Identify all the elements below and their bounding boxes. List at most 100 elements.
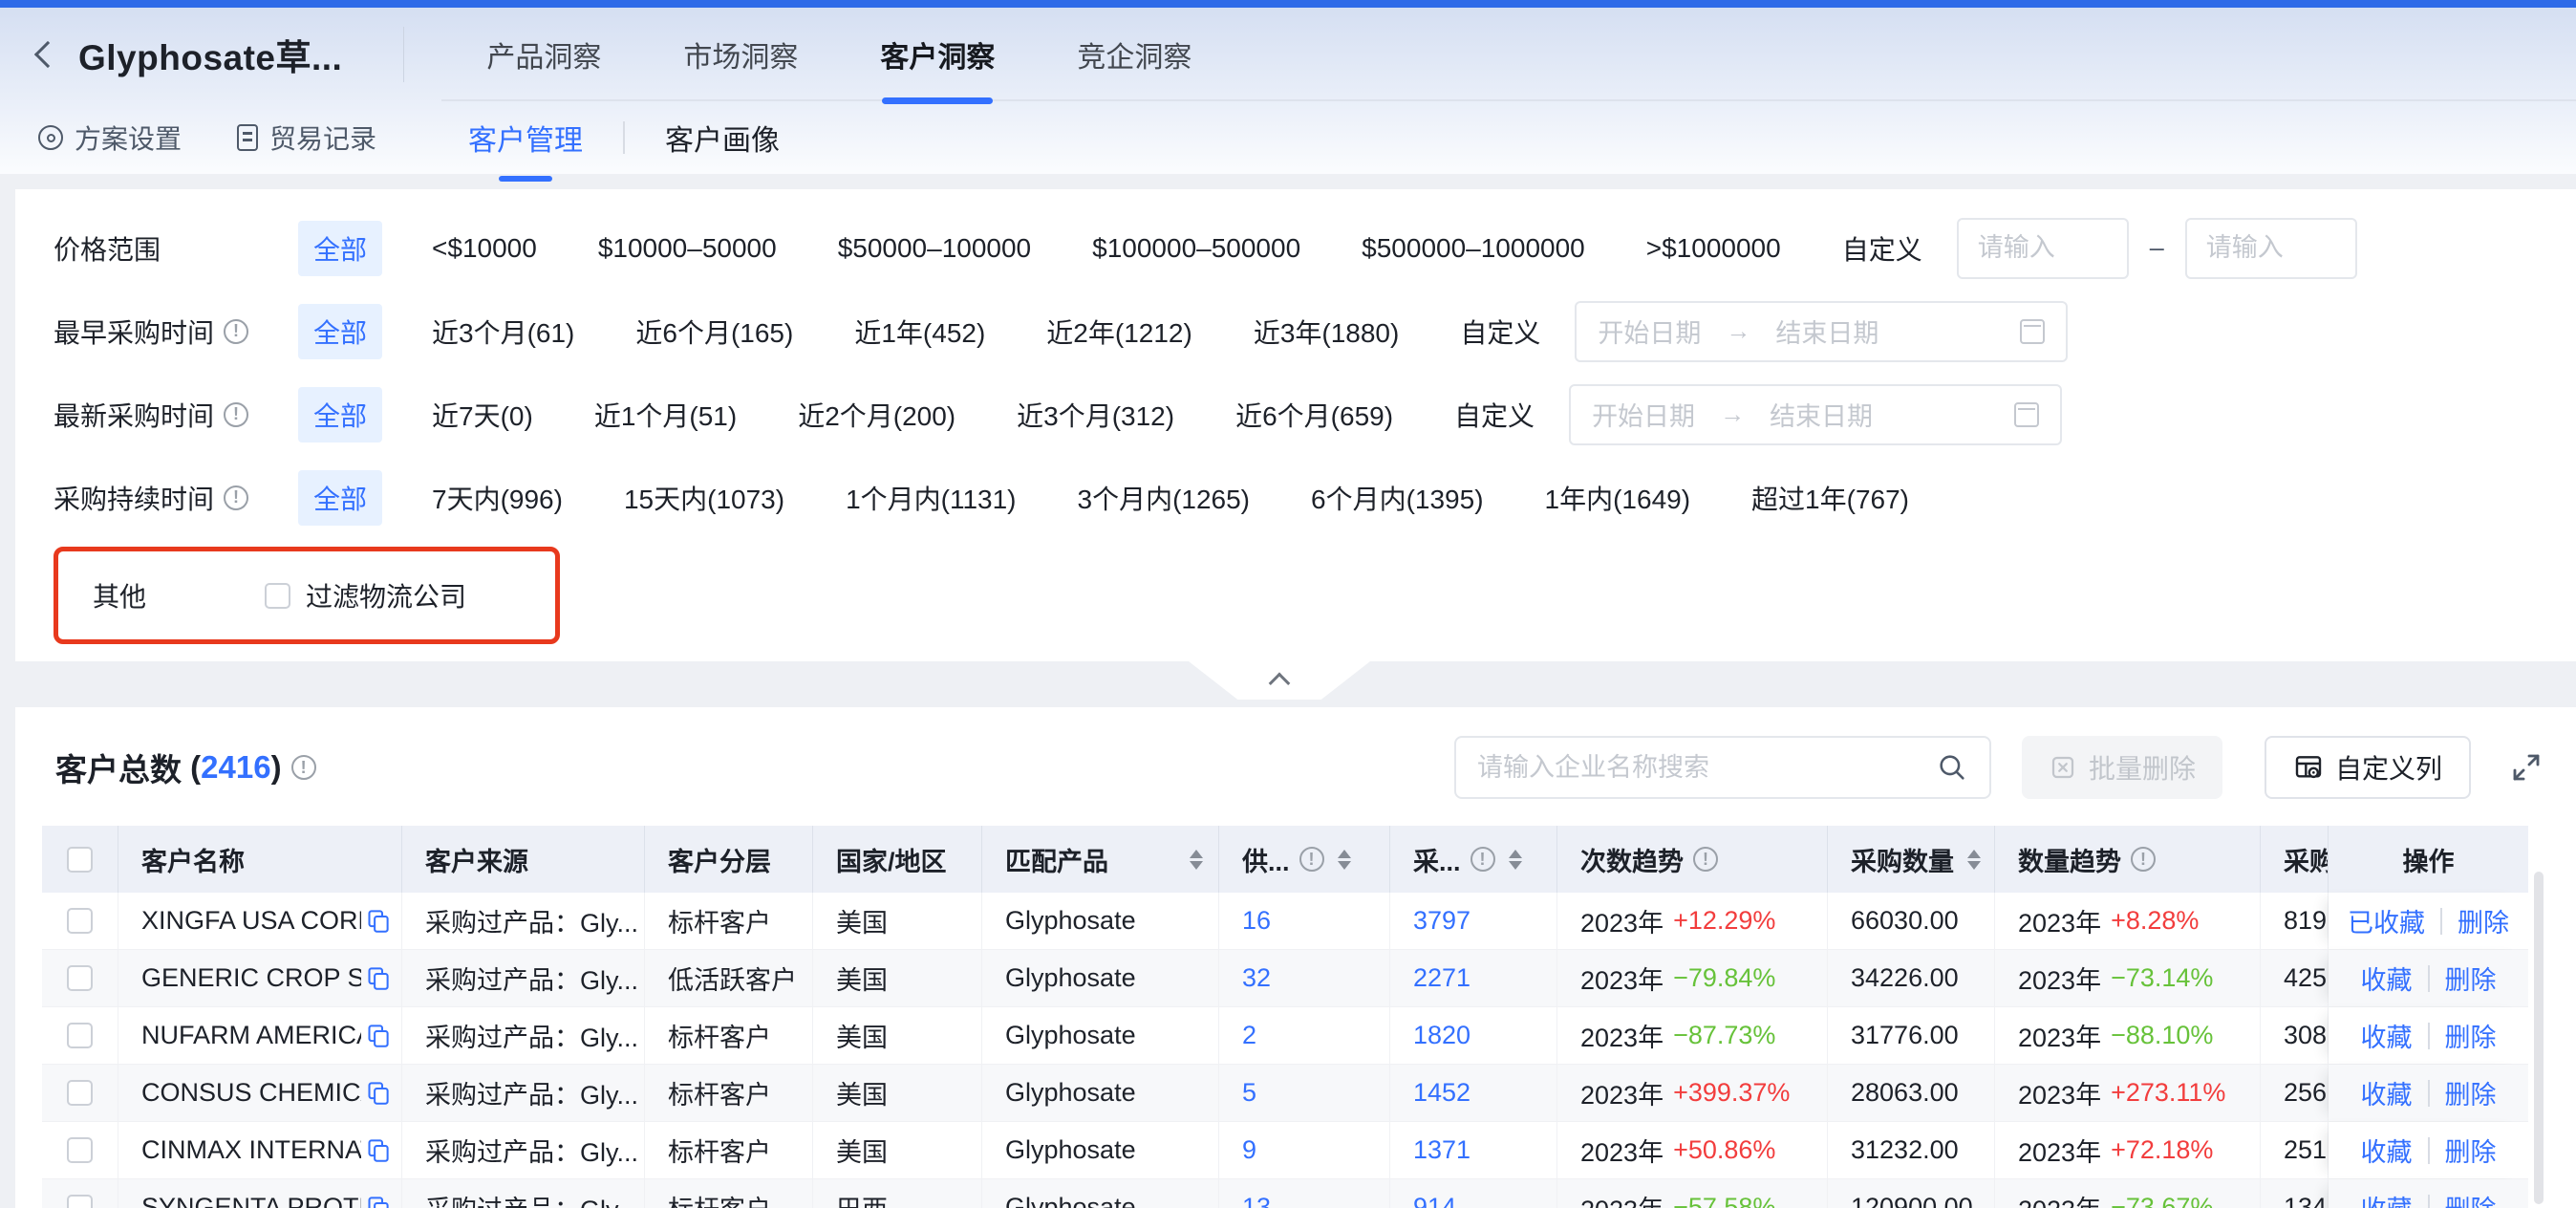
filter-option[interactable]: 超过1年(767) — [1751, 479, 1909, 517]
filter-option[interactable]: 近1年(452) — [854, 313, 985, 351]
delete-link[interactable]: 删除 — [2445, 1132, 2497, 1169]
company-search-input[interactable] — [1477, 753, 1936, 783]
back-chevron-icon[interactable] — [34, 41, 61, 68]
batch-delete-button[interactable]: 批量删除 — [2022, 736, 2222, 799]
copy-icon[interactable] — [365, 1080, 391, 1106]
delete-link[interactable]: 删除 — [2445, 960, 2497, 997]
info-icon[interactable]: ! — [1470, 847, 1495, 872]
trade-records-button[interactable]: 贸易记录 — [237, 119, 376, 157]
info-icon[interactable]: ! — [224, 319, 248, 344]
filter-option[interactable]: 近6个月(659) — [1235, 396, 1393, 434]
sort-icon[interactable] — [1967, 850, 1981, 870]
delete-link[interactable]: 删除 — [2445, 1074, 2497, 1111]
filter-option[interactable]: $100000–500000 — [1092, 233, 1300, 264]
sort-icon[interactable] — [1509, 850, 1522, 870]
copy-icon[interactable] — [365, 908, 391, 934]
favorite-link[interactable]: 收藏 — [2361, 960, 2413, 997]
row-checkbox-cell[interactable] — [42, 893, 118, 949]
suppliers-count-link[interactable]: 32 — [1219, 950, 1390, 1006]
select-all-checkbox-cell[interactable] — [42, 826, 118, 893]
purchases-count-link[interactable]: 1820 — [1390, 1007, 1557, 1064]
row-checkbox-cell[interactable] — [42, 1065, 118, 1121]
row-checkbox-cell[interactable] — [42, 1122, 118, 1178]
filter-option[interactable]: 近2年(1212) — [1046, 313, 1192, 351]
info-icon[interactable]: ! — [1299, 847, 1324, 872]
price-min-input[interactable] — [1957, 218, 2129, 279]
row-checkbox-cell[interactable] — [42, 1007, 118, 1064]
filter-option[interactable]: 全部 — [298, 387, 382, 442]
info-icon[interactable]: ! — [1693, 847, 1718, 872]
favorite-link[interactable]: 收藏 — [2361, 1189, 2413, 1208]
delete-link[interactable]: 删除 — [2458, 902, 2509, 939]
sort-icon[interactable] — [1338, 850, 1351, 870]
info-icon[interactable]: ! — [224, 485, 248, 510]
filter-option[interactable]: $500000–1000000 — [1362, 233, 1585, 264]
favorite-link[interactable]: 收藏 — [2361, 1074, 2413, 1111]
favorite-link[interactable]: 已收藏 — [2348, 902, 2425, 939]
filter-option[interactable]: 6个月内(1395) — [1311, 479, 1484, 517]
row-checkbox-cell[interactable] — [42, 950, 118, 1006]
custom-range-label[interactable]: 自定义 — [1454, 396, 1535, 434]
filter-option[interactable]: 7天内(996) — [432, 479, 563, 517]
filter-option[interactable]: 近1个月(51) — [594, 396, 737, 434]
filter-option[interactable]: 近3个月(312) — [1017, 396, 1174, 434]
copy-icon[interactable] — [365, 1195, 391, 1208]
sub-tab-customer-management[interactable]: 客户管理 — [464, 107, 587, 168]
main-tab[interactable]: 客户洞察 — [880, 8, 995, 101]
filter-option[interactable]: 全部 — [298, 304, 382, 359]
date-range-picker[interactable]: 开始日期 → 结束日期 — [1569, 384, 2062, 445]
delete-link[interactable]: 删除 — [2445, 1017, 2497, 1054]
row-checkbox-cell[interactable] — [42, 1179, 118, 1208]
copy-icon[interactable] — [365, 965, 391, 991]
custom-columns-button[interactable]: 自定义列 — [2265, 736, 2471, 799]
collapse-filters-button[interactable] — [1189, 661, 1370, 700]
filter-option[interactable]: 近2个月(200) — [798, 396, 955, 434]
purchases-count-link[interactable]: 914 — [1390, 1179, 1557, 1208]
info-icon[interactable]: ! — [291, 755, 316, 780]
filter-option[interactable]: 1年内(1649) — [1545, 479, 1691, 517]
plan-settings-button[interactable]: 方案设置 — [38, 119, 182, 157]
suppliers-count-link[interactable]: 2 — [1219, 1007, 1390, 1064]
filter-option[interactable]: 近6个月(165) — [635, 313, 793, 351]
filter-option[interactable]: 近7天(0) — [432, 396, 533, 434]
purchases-count-link[interactable]: 2271 — [1390, 950, 1557, 1006]
delete-link[interactable]: 删除 — [2445, 1189, 2497, 1208]
suppliers-count-link[interactable]: 13 — [1219, 1179, 1390, 1208]
filter-option[interactable]: 3个月内(1265) — [1078, 479, 1251, 517]
filter-option[interactable]: 近3年(1880) — [1254, 313, 1400, 351]
filter-option[interactable]: 1个月内(1131) — [846, 479, 1016, 517]
suppliers-count-link[interactable]: 5 — [1219, 1065, 1390, 1121]
date-range-picker[interactable]: 开始日期 → 结束日期 — [1575, 301, 2068, 362]
favorite-link[interactable]: 收藏 — [2361, 1132, 2413, 1169]
copy-icon[interactable] — [365, 1137, 391, 1163]
filter-option[interactable]: <$10000 — [432, 233, 537, 264]
filter-option[interactable]: >$1000000 — [1646, 233, 1781, 264]
favorite-link[interactable]: 收藏 — [2361, 1017, 2413, 1054]
search-icon[interactable] — [1936, 751, 1968, 784]
company-search-box[interactable] — [1454, 736, 1991, 799]
sub-tab-customer-profile[interactable]: 客户画像 — [661, 107, 784, 168]
fullscreen-icon[interactable] — [2509, 750, 2544, 785]
main-tab[interactable]: 竞企洞察 — [1077, 8, 1191, 101]
suppliers-count-link[interactable]: 16 — [1219, 893, 1390, 949]
purchases-count-link[interactable]: 1371 — [1390, 1122, 1557, 1178]
filter-option[interactable]: 15天内(1073) — [624, 479, 784, 517]
main-tab[interactable]: 市场洞察 — [683, 8, 798, 101]
info-icon[interactable]: ! — [224, 402, 248, 427]
vertical-scrollbar[interactable] — [2534, 872, 2544, 1204]
custom-range-label[interactable]: 自定义 — [1842, 229, 1922, 268]
filter-option[interactable]: $10000–50000 — [598, 233, 777, 264]
filter-option[interactable]: $50000–100000 — [838, 233, 1031, 264]
filter-option[interactable]: 近3个月(61) — [432, 313, 574, 351]
main-tab[interactable]: 产品洞察 — [486, 8, 601, 101]
info-icon[interactable]: ! — [2131, 847, 2156, 872]
filter-option[interactable]: 全部 — [298, 470, 382, 526]
custom-range-label[interactable]: 自定义 — [1460, 313, 1540, 351]
filter-logistics-checkbox[interactable] — [265, 583, 290, 609]
filter-option[interactable]: 全部 — [298, 221, 382, 276]
purchases-count-link[interactable]: 3797 — [1390, 893, 1557, 949]
suppliers-count-link[interactable]: 9 — [1219, 1122, 1390, 1178]
price-max-input[interactable] — [2185, 218, 2357, 279]
purchases-count-link[interactable]: 1452 — [1390, 1065, 1557, 1121]
copy-icon[interactable] — [365, 1023, 391, 1048]
